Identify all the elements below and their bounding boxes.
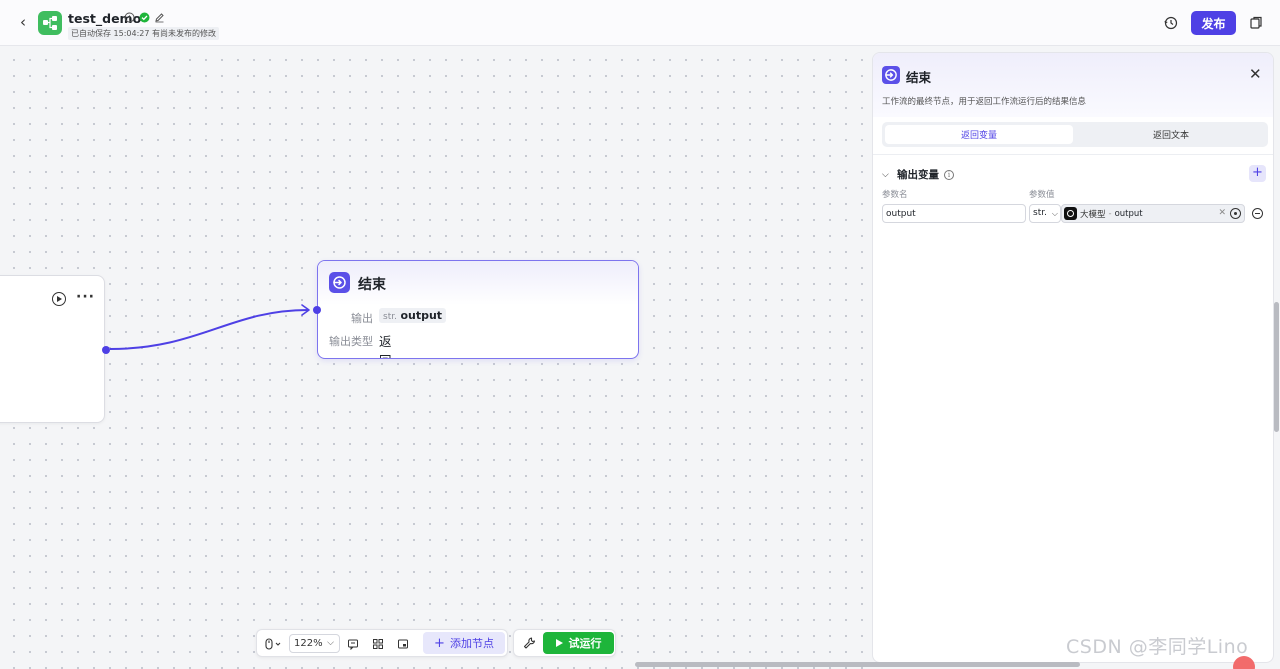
- chevron-left-icon[interactable]: ‹: [14, 13, 32, 31]
- panel-description: 工作流的最终节点，用于返回工作流运行后的结果信息: [882, 97, 1087, 107]
- mode-tabs: 返回变量 返回文本: [882, 122, 1268, 147]
- output-variable: output: [400, 309, 443, 322]
- history-icon[interactable]: [1161, 13, 1181, 33]
- param-name-input[interactable]: [882, 204, 1026, 223]
- zoom-select[interactable]: 122% ⌵: [289, 634, 340, 653]
- output-variable-pill: str. output: [379, 308, 447, 323]
- divider: [873, 154, 1273, 155]
- mouse-mode-icon[interactable]: [262, 635, 284, 653]
- chevron-down-icon: ⌵: [1051, 209, 1058, 218]
- add-variable-button[interactable]: +: [1249, 165, 1266, 182]
- vertical-scrollbar[interactable]: [1274, 302, 1279, 432]
- tab-return-variable[interactable]: 返回变量: [885, 125, 1073, 144]
- llm-icon: [1064, 207, 1077, 220]
- info-icon[interactable]: i: [944, 169, 954, 180]
- input-port[interactable]: [313, 306, 321, 314]
- section-title: 输出变量: [897, 169, 939, 181]
- type-value: str.: [1033, 208, 1047, 218]
- chevron-down-icon: ⌵: [327, 638, 334, 648]
- canvas-toolbar: 122% ⌵ + 添加节点: [256, 629, 508, 657]
- output-type-value: 返回变量: [379, 334, 392, 358]
- comment-icon[interactable]: [346, 635, 360, 653]
- unpublished-badge: 有尚未发布的修改: [149, 27, 219, 40]
- autosave-status: 已自动保存 15:04:27: [68, 27, 153, 40]
- node-config-panel: 结束 ✕ 工作流的最终节点，用于返回工作流运行后的结果信息 返回变量 返回文本 …: [872, 52, 1274, 663]
- ref-node-name: 大模型: [1080, 209, 1106, 220]
- end-icon: [329, 272, 350, 293]
- end-node[interactable]: 结束 输出 str. output 输出类型 返回变量: [317, 260, 639, 359]
- type-tag: str.: [383, 312, 397, 322]
- output-type-label: 输出类型: [329, 335, 373, 348]
- tab-return-text[interactable]: 返回文本: [1077, 125, 1265, 144]
- output-variables-section: ⌵ 输出变量 i: [882, 167, 954, 182]
- param-name-header: 参数名: [882, 190, 908, 200]
- ref-variable: output: [1114, 208, 1143, 219]
- minimap-icon[interactable]: [396, 635, 410, 653]
- horizontal-scrollbar[interactable]: [635, 662, 1080, 667]
- more-icon[interactable]: ···: [76, 290, 95, 304]
- publish-button[interactable]: 发布: [1191, 11, 1236, 35]
- chevron-down-icon[interactable]: ⌵: [882, 170, 892, 180]
- layout-grid-icon[interactable]: [371, 635, 385, 653]
- plus-icon: +: [434, 635, 445, 651]
- check-circle-icon: [139, 12, 150, 23]
- clear-icon[interactable]: ✕: [1218, 208, 1226, 219]
- info-icon[interactable]: [124, 12, 135, 23]
- reference-value-field[interactable]: 大模型 - output ✕: [1061, 204, 1245, 223]
- title-icons: [124, 12, 165, 23]
- workflow-logo-icon: [38, 11, 62, 35]
- output-port[interactable]: [102, 346, 110, 354]
- ref-separator: -: [1108, 208, 1112, 219]
- copy-icon[interactable]: [1246, 13, 1266, 33]
- play-icon: [555, 639, 563, 647]
- play-circle-icon[interactable]: [52, 292, 66, 306]
- add-node-button[interactable]: + 添加节点: [423, 632, 505, 654]
- end-node-header: 结束: [318, 261, 638, 305]
- run-toolbar: 试运行: [513, 629, 616, 657]
- panel-title: 结束: [906, 70, 932, 85]
- previous-node[interactable]: ···: [0, 275, 110, 423]
- end-node-title: 结束: [358, 277, 386, 293]
- output-label: 输出: [351, 312, 373, 325]
- wrench-icon[interactable]: [521, 635, 538, 652]
- top-header: ‹ test_demo 已自动保存 15:04:27 有尚未发布的修改 发布: [0, 0, 1280, 46]
- edit-icon[interactable]: [154, 12, 165, 23]
- add-node-label: 添加节点: [449, 637, 494, 650]
- watermark: CSDN @李同学Lino: [1066, 636, 1249, 658]
- param-value-header: 参数值: [1029, 190, 1055, 200]
- panel-header: 结束 ✕ 工作流的最终节点，用于返回工作流运行后的结果信息: [873, 53, 1273, 117]
- close-icon[interactable]: ✕: [1249, 67, 1262, 82]
- trial-run-button[interactable]: 试运行: [543, 632, 614, 654]
- type-select[interactable]: str. ⌵: [1029, 204, 1061, 223]
- trial-run-label: 试运行: [568, 637, 602, 650]
- end-icon: [882, 66, 900, 84]
- remove-variable-icon[interactable]: [1252, 208, 1263, 219]
- target-icon[interactable]: [1230, 208, 1241, 219]
- zoom-value: 122%: [294, 638, 323, 649]
